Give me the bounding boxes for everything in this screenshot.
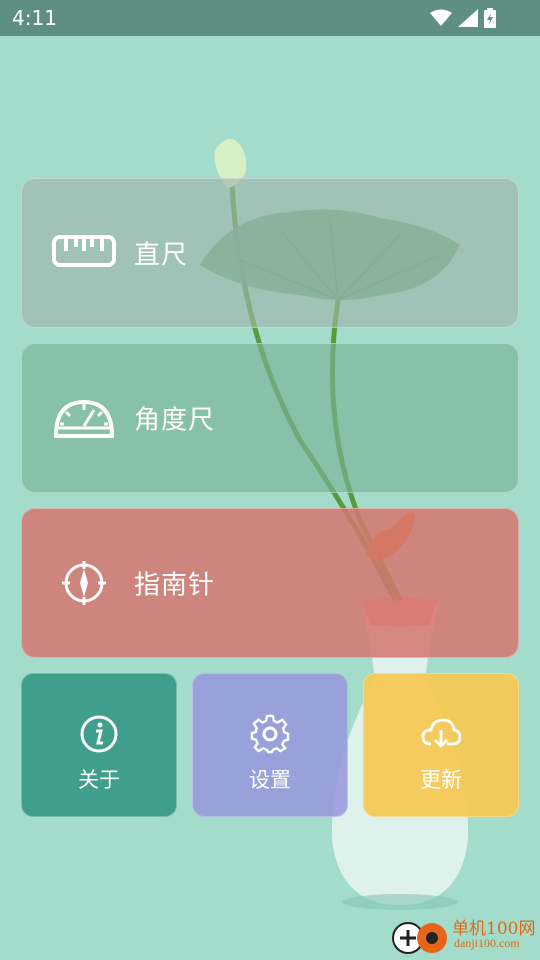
update-label: 更新 — [420, 768, 462, 792]
compass-icon — [62, 561, 106, 605]
watermark-url: danji100.com — [454, 936, 520, 950]
update-tile[interactable]: 更新 — [363, 673, 519, 817]
about-tile[interactable]: 关于 — [21, 673, 177, 817]
compass-card[interactable]: 指南针 — [21, 508, 519, 658]
protractor-card[interactable]: 角度尺 — [21, 343, 519, 493]
protractor-icon — [53, 399, 115, 438]
watermark-logo — [392, 922, 447, 954]
status-bar: 4:11 — [0, 0, 540, 36]
battery-icon — [484, 8, 496, 28]
status-time: 4:11 — [12, 6, 57, 30]
protractor-label: 角度尺 — [134, 405, 216, 436]
ruler-card[interactable]: 直尺 — [21, 178, 519, 328]
ruler-label: 直尺 — [134, 240, 189, 271]
cloud-download-icon — [421, 718, 461, 748]
watermark: 单机100网 danji100.com — [388, 914, 538, 958]
signal-icon — [458, 9, 478, 27]
info-icon — [80, 715, 118, 753]
wifi-icon — [430, 9, 452, 26]
ruler-icon — [52, 235, 116, 267]
about-label: 关于 — [78, 768, 120, 792]
lotus-vase-illustration — [200, 138, 469, 910]
settings-tile[interactable]: 设置 — [192, 673, 348, 817]
gear-icon — [250, 714, 290, 754]
status-icons — [430, 8, 496, 28]
settings-label: 设置 — [249, 768, 291, 792]
compass-label: 指南针 — [134, 570, 216, 601]
